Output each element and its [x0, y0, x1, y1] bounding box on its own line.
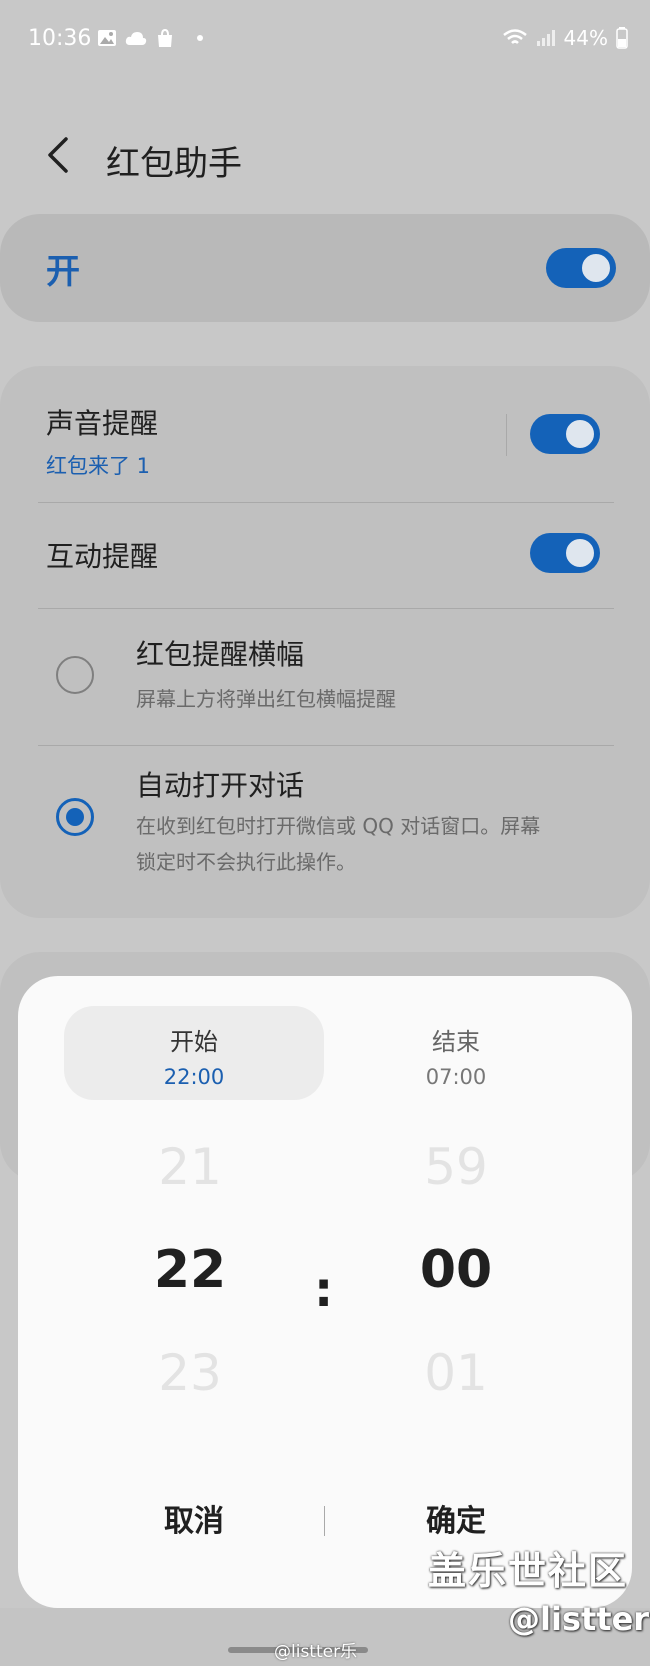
dot-icon — [197, 35, 203, 41]
minute-wheel[interactable]: 59 00 01 — [376, 1126, 536, 1416]
watermark-site: 盖乐世社区 — [428, 1549, 629, 1593]
master-toggle[interactable] — [546, 248, 616, 288]
page-title: 红包助手 — [106, 144, 242, 184]
toggle-knob — [580, 252, 612, 284]
sound-reminder-subtitle: 红包来了 1 — [46, 454, 151, 478]
interaction-reminder-row[interactable]: 互动提醒 — [0, 503, 650, 607]
master-switch-row[interactable]: 开 — [0, 214, 650, 322]
toggle-knob — [564, 418, 596, 450]
hour-next: 23 — [158, 1344, 222, 1402]
sound-reminder-title: 声音提醒 — [46, 407, 159, 440]
end-time-label: 结束 — [432, 1028, 480, 1056]
interaction-reminder-title: 互动提醒 — [46, 540, 159, 573]
auto-open-option-row[interactable]: 自动打开对话 在收到红包时打开微信或 QQ 对话窗口。屏幕 锁定时不会执行此操作… — [0, 746, 650, 916]
time-separator: : — [314, 1262, 334, 1318]
watermark-handle: @listter — [508, 1600, 650, 1638]
shopping-bag-icon — [158, 28, 172, 47]
interaction-reminder-toggle[interactable] — [530, 533, 600, 573]
signal-icon — [536, 30, 555, 46]
minute-next: 01 — [424, 1344, 488, 1402]
end-time-value: 07:00 — [425, 1065, 487, 1089]
minute-prev: 59 — [424, 1138, 488, 1196]
header: 红包助手 — [0, 118, 650, 198]
hour-prev: 21 — [158, 1138, 222, 1196]
status-bar: 10:36 44% — [0, 0, 650, 82]
status-icons-right: 44% — [502, 26, 628, 50]
start-time-tab[interactable]: 开始 22:00 — [64, 1006, 324, 1100]
auto-open-title: 自动打开对话 — [136, 769, 305, 802]
banner-radio[interactable] — [56, 656, 94, 694]
banner-option-desc: 屏幕上方将弹出红包横幅提醒 — [136, 687, 396, 711]
start-time-value: 22:00 — [163, 1065, 225, 1089]
button-divider — [324, 1506, 325, 1536]
banner-option-row[interactable]: 红包提醒横幅 屏幕上方将弹出红包横幅提醒 — [0, 609, 650, 745]
status-time: 10:36 — [28, 26, 92, 51]
wifi-icon — [502, 29, 527, 44]
cloud-icon — [125, 32, 147, 45]
status-icons-left — [97, 28, 203, 48]
end-time-tab[interactable]: 结束 07:00 — [326, 1006, 586, 1100]
master-switch-label: 开 — [46, 252, 80, 292]
battery-icon — [616, 27, 628, 49]
watermark-weibo: @listter乐 — [274, 1642, 358, 1662]
auto-open-desc-line1: 在收到红包时打开微信或 QQ 对话窗口。屏幕 — [136, 814, 541, 838]
battery-percent: 44% — [563, 26, 608, 50]
sound-reminder-toggle[interactable] — [530, 414, 600, 454]
confirm-button[interactable]: 确定 — [356, 1496, 556, 1540]
minute-current: 00 — [419, 1240, 493, 1300]
hour-wheel[interactable]: 21 22 23 — [110, 1126, 270, 1416]
banner-option-title: 红包提醒横幅 — [136, 638, 305, 671]
back-button[interactable] — [40, 130, 80, 180]
vertical-divider — [506, 414, 507, 456]
hour-current: 22 — [153, 1240, 227, 1300]
time-picker-dialog: 开始 22:00 结束 07:00 21 22 23 : 59 00 01 取消… — [18, 976, 632, 1608]
sound-reminder-row[interactable]: 声音提醒 红包来了 1 — [0, 366, 500, 502]
auto-open-radio[interactable] — [56, 798, 94, 836]
back-arrow-icon — [48, 137, 68, 173]
gallery-icon — [98, 30, 116, 46]
auto-open-desc-line2: 锁定时不会执行此操作。 — [136, 850, 356, 874]
start-time-label: 开始 — [170, 1028, 218, 1056]
toggle-knob — [564, 537, 596, 569]
settings-card: 声音提醒 红包来了 1 互动提醒 红包提醒横幅 屏幕上方将弹出红包横幅提醒 自动… — [0, 366, 650, 918]
cancel-button[interactable]: 取消 — [94, 1496, 294, 1540]
